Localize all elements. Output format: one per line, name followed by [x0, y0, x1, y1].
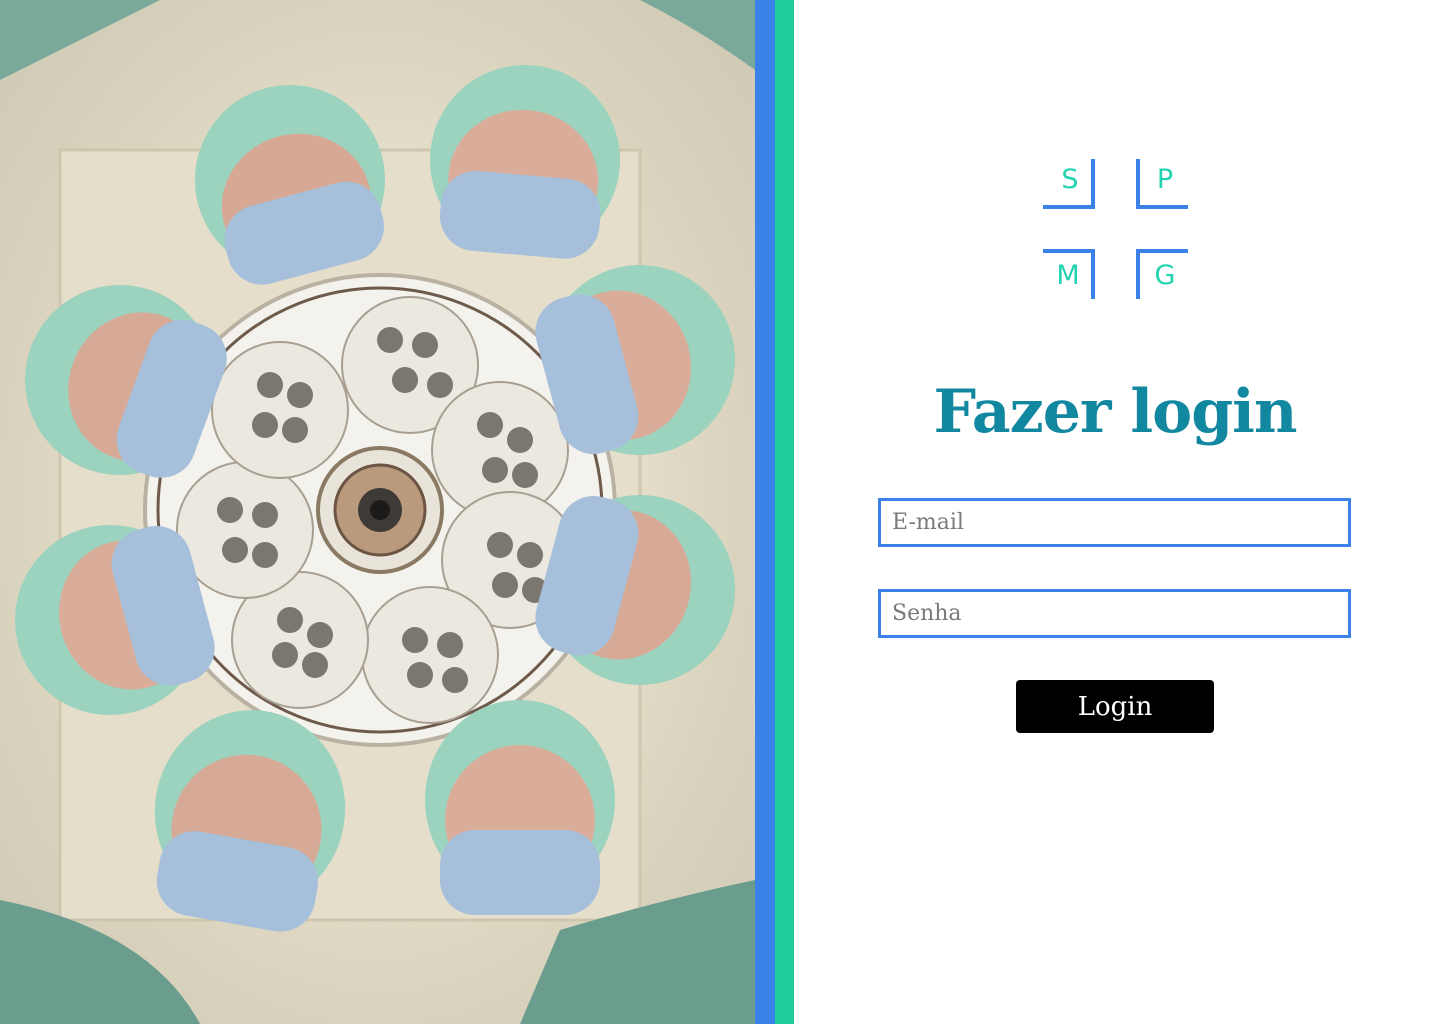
logo-letter-s: S: [1061, 164, 1079, 195]
logo-corner-p: P: [1136, 159, 1188, 209]
page-title: Fazer login: [933, 377, 1297, 447]
hero-photo: [0, 0, 755, 1024]
logo-corner-g: G: [1136, 249, 1188, 299]
logo-letter-m: M: [1056, 260, 1080, 291]
spmg-logo: S P M G: [1040, 156, 1190, 300]
logo-corner-s: S: [1043, 159, 1095, 209]
logo-letter-g: G: [1154, 260, 1176, 291]
accent-stripe-green: [775, 0, 794, 1024]
logo-corner-m: M: [1043, 249, 1095, 299]
email-field[interactable]: [878, 498, 1351, 547]
surgeons-illustration: [0, 0, 755, 1024]
accent-stripe-blue: [755, 0, 775, 1024]
password-field[interactable]: [878, 589, 1351, 638]
login-button[interactable]: Login: [1016, 680, 1214, 733]
logo-letter-p: P: [1156, 164, 1174, 195]
login-page: S P M G Fazer login Login: [0, 0, 1440, 1024]
